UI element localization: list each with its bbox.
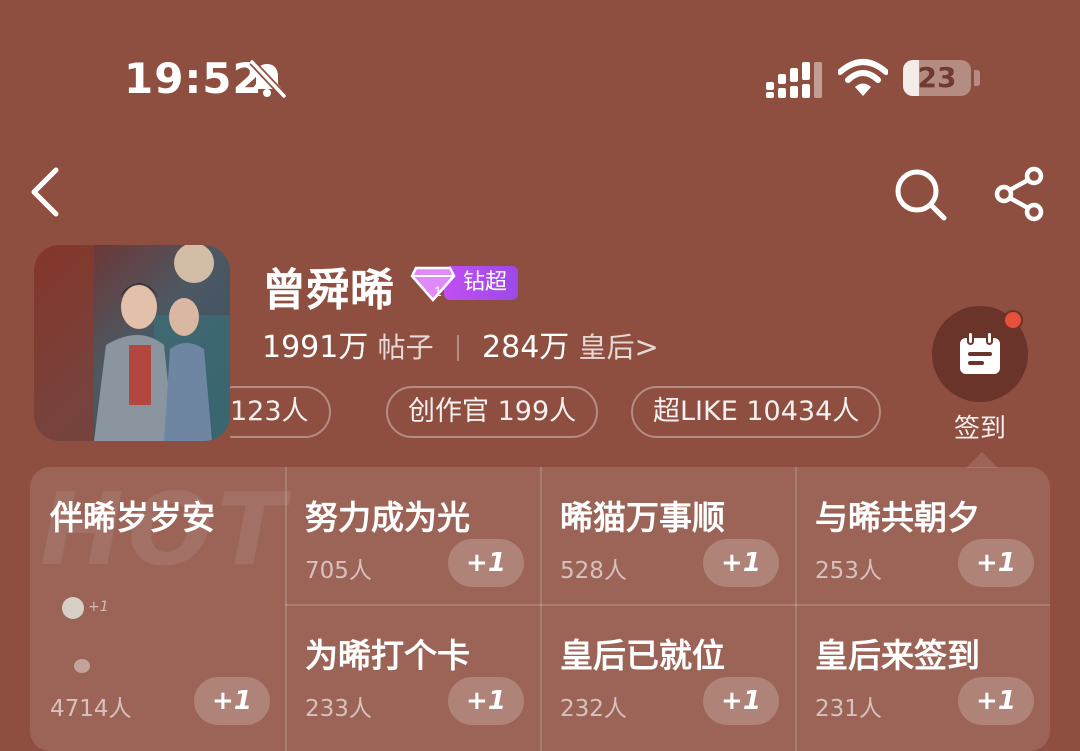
stats-divider [456,335,459,361]
group-title: 为晞打个卡 [305,636,470,675]
wifi-icon [838,59,888,96]
members-link[interactable]: 284万 皇后> [482,330,659,365]
plus-one-button[interactable]: +1 [448,539,524,587]
group-card[interactable]: 皇后来签到 231人 +1 [795,605,1050,742]
status-bar: 19:52 23 [0,0,1080,160]
tag-chip[interactable]: 123人 [230,386,331,438]
signal-icon [766,62,822,98]
group-title: 与晞共朝夕 [815,498,980,537]
share-icon[interactable] [990,166,1050,222]
group-count: 253人 [815,558,882,584]
group-count: 233人 [305,696,372,722]
group-card[interactable]: 努力成为光 705人 +1 [285,467,540,604]
battery-icon: 23 [903,60,971,96]
panel-pointer [966,452,998,468]
search-icon[interactable] [890,164,950,224]
group-title: 皇后来签到 [815,636,980,675]
badge-level: 1 [434,283,442,299]
avatar [34,245,230,441]
group-card[interactable]: 皇后已就位 232人 +1 [540,605,795,742]
group-count: 231人 [815,696,882,722]
plus-one-button[interactable]: +1 [703,677,779,725]
group-title: 伴晞岁岁安 [50,498,215,537]
posts-label: 帖子 [377,331,434,364]
plus-one-button[interactable]: +1 [958,677,1034,725]
group-count: 4714人 [50,696,132,722]
status-time: 19:52 [124,54,263,103]
plus-one-button[interactable]: +1 [703,539,779,587]
battery-tip [974,70,980,86]
plus-one-button[interactable]: +1 [448,677,524,725]
page-title: 曾舜晞 [262,265,394,316]
group-count: 528人 [560,558,627,584]
tags-row: 123人 创作官 199人 超LIKE 10434人 [230,386,910,438]
plus-one-button[interactable]: +1 [958,539,1034,587]
chevron-right-icon: > [634,330,659,364]
notification-dot [1003,310,1023,330]
members-label: 皇后 [578,331,635,364]
group-title: 晞猫万事顺 [560,498,725,537]
group-count: 705人 [305,558,372,584]
group-card[interactable]: 为晞打个卡 233人 +1 [285,605,540,742]
mini-plus: +1 [88,599,109,615]
bell-muted-icon [249,59,287,99]
calendar-icon [960,331,1000,374]
checkin-groups-panel: HOT 伴晞岁岁安 +1 4714人 +1 努力成为光 705人 +1 晞猫万事… [30,467,1050,751]
stats-row: 1991万 帖子 284万 皇后> [262,322,659,366]
group-count: 232人 [560,696,627,722]
mini-avatar [74,659,90,673]
group-card[interactable]: 晞猫万事顺 528人 +1 [540,467,795,604]
mini-avatar [62,597,84,619]
diamond-icon: 1 [410,266,456,302]
back-chevron-icon[interactable] [22,162,70,222]
posts-count: 1991万 [262,330,369,365]
tag-chip-superlike[interactable]: 超LIKE 10434人 [631,386,882,438]
plus-one-button[interactable]: +1 [194,677,270,725]
group-card[interactable]: 与晞共朝夕 253人 +1 [795,467,1050,604]
battery-level: 23 [917,61,957,94]
tag-chip-creator[interactable]: 创作官 199人 [386,386,599,438]
group-title: 皇后已就位 [560,636,725,675]
members-count: 284万 [482,330,570,365]
featured-group-card[interactable]: 伴晞岁岁安 +1 4714人 +1 [30,467,285,751]
checkin-label: 签到 [953,414,1006,444]
group-title: 努力成为光 [305,498,470,537]
